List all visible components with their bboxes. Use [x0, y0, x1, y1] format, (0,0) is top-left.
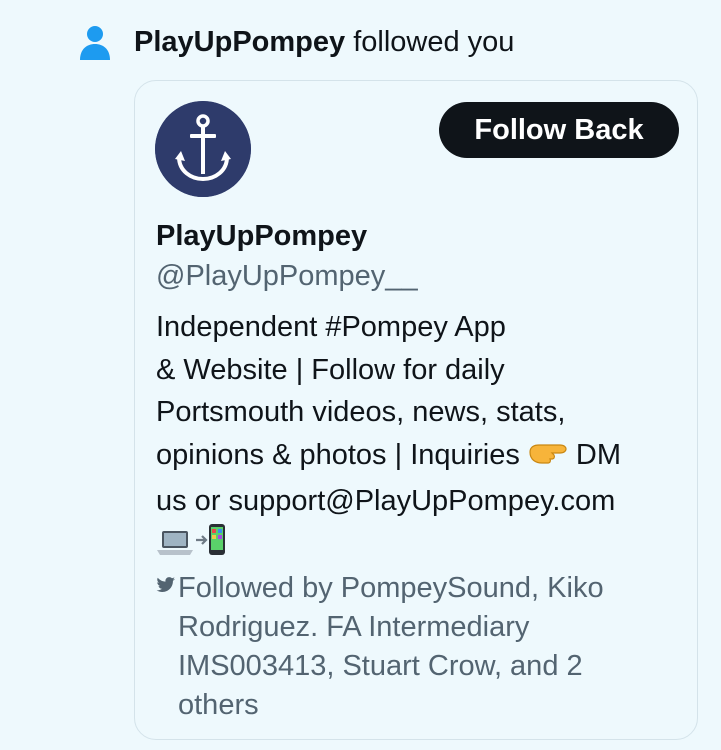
laptop-icon — [156, 527, 194, 570]
followed-by-line: Followed by PompeySound, Kiko — [156, 569, 686, 608]
notification-headline: PlayUpPompey followed you — [134, 24, 514, 60]
follow-back-button[interactable]: Follow Back — [439, 102, 679, 158]
profile-card[interactable]: Follow Back PlayUpPompey @PlayUpPompey__… — [134, 80, 698, 740]
handle[interactable]: @PlayUpPompey__ — [156, 259, 418, 293]
follow-notification[interactable]: PlayUpPompey followed you Follow Back Pl… — [0, 0, 721, 750]
followed-by[interactable]: Followed by PompeySound, Kiko Rodriguez.… — [156, 569, 686, 725]
followed-by-line: others — [178, 689, 259, 721]
bio-line-text: opinions & photos | Inquiries — [156, 438, 528, 471]
followed-by-line: IMS003413, Stuart Crow, and 2 — [178, 650, 583, 682]
anchor-icon — [155, 101, 251, 197]
bio-line: & Website | Follow for daily — [156, 353, 505, 386]
bio-line: Portsmouth videos, news, stats, — [156, 396, 566, 428]
bio-emoji-line — [156, 523, 684, 570]
display-name[interactable]: PlayUpPompey — [156, 219, 367, 253]
bio-line: opinions & photos | Inquiries DM — [156, 434, 684, 481]
bird-icon — [156, 577, 176, 592]
action-text: followed you — [345, 26, 515, 58]
bio-line: us or support@PlayUpPompey.com — [156, 485, 616, 517]
bio: Independent #Pompey App & Website | Foll… — [156, 306, 684, 569]
mobile-arrow-icon — [194, 523, 232, 570]
actor-name[interactable]: PlayUpPompey — [134, 26, 345, 58]
followed-by-line: Rodriguez. FA Intermediary — [178, 611, 530, 643]
bio-line: Independent #Pompey App — [156, 311, 506, 343]
followed-by-text: Followed by PompeySound, Kiko — [178, 572, 604, 604]
backhand-index-pointing-right-icon — [528, 438, 568, 481]
bio-dm-text: DM — [567, 438, 622, 471]
person-icon — [80, 26, 110, 60]
avatar[interactable] — [155, 101, 251, 197]
